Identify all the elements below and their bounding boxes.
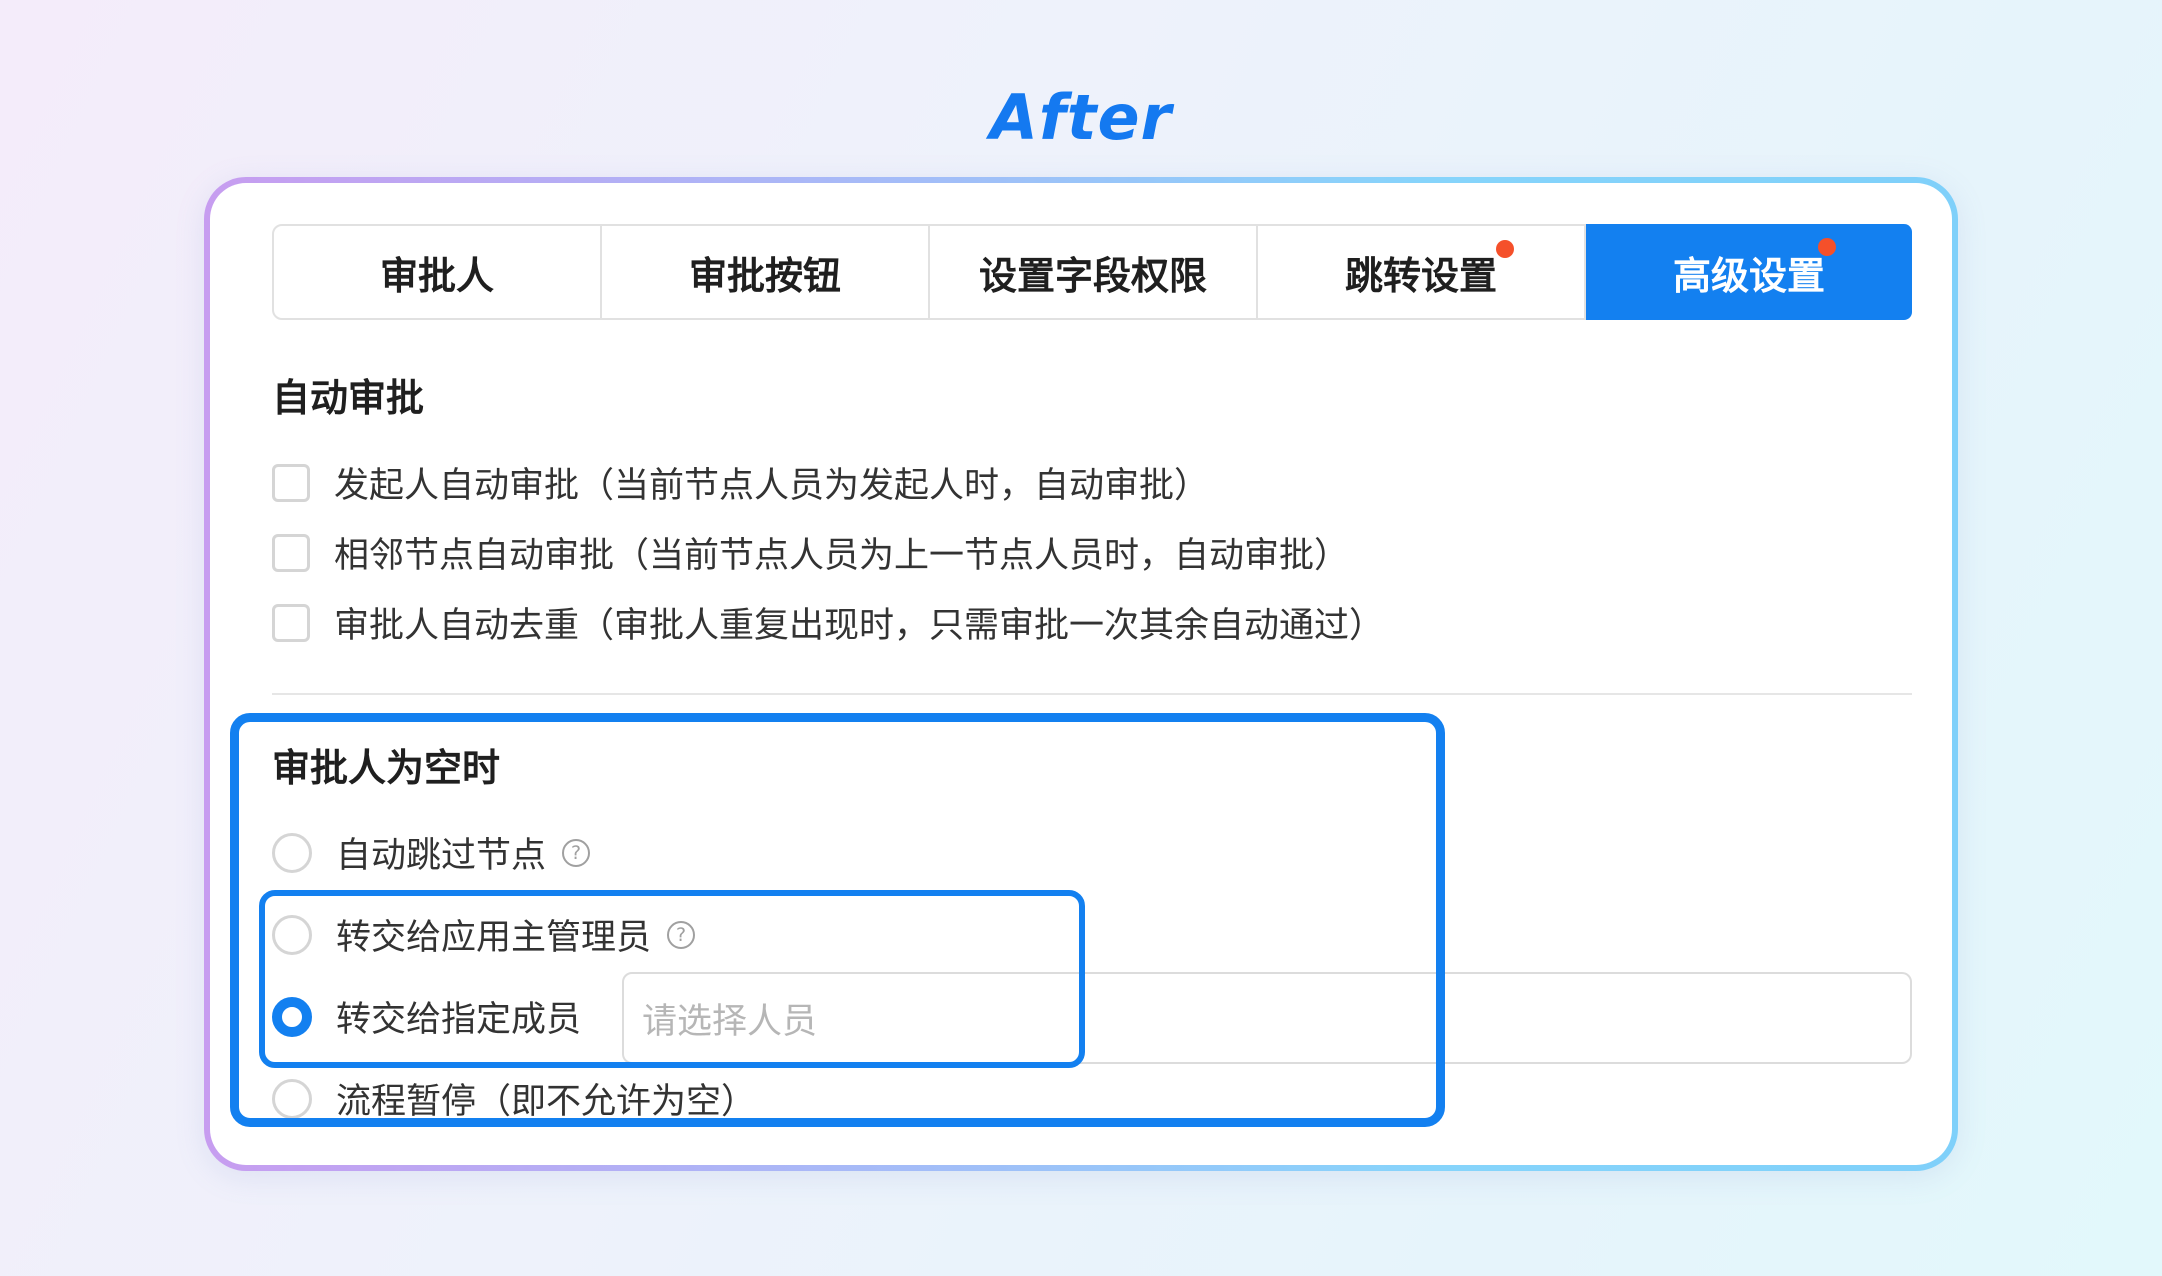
checkbox-box[interactable] [272,603,310,642]
tab-advanced-settings[interactable]: 高级设置 [1586,224,1912,320]
tab-bar: 审批人 审批按钮 设置字段权限 跳转设置 高级设置 [272,224,1912,320]
headline: After [989,81,1173,154]
section-divider [272,693,1912,695]
radio-transfer-app-admin[interactable]: 转交给应用主管理员 ? [272,909,696,960]
checkbox-label: 相邻节点自动审批（当前节点人员为上一节点人员时，自动审批） [334,536,1350,576]
member-select-input[interactable]: 请选择人员 [622,972,1912,1064]
radio-label: 转交给应用主管理员 [336,918,652,958]
tab-jump-settings[interactable]: 跳转设置 [1258,226,1586,318]
help-icon[interactable]: ? [562,838,591,867]
empty-approver-title: 审批人为空时 [272,746,501,790]
radio-pause-flow[interactable]: 流程暂停（即不允许为空） [272,1073,756,1124]
checkbox-adjacent-node-auto-approve[interactable]: 相邻节点自动审批（当前节点人员为上一节点人员时，自动审批） [272,527,1349,578]
notification-dot [1818,238,1836,256]
notification-dot [1496,240,1514,258]
radio-skip-node[interactable]: 自动跳过节点 ? [272,827,591,878]
member-select-placeholder: 请选择人员 [642,1001,818,1042]
tab-label: 审批按钮 [688,253,841,298]
tab-field-permissions[interactable]: 设置字段权限 [930,226,1258,318]
radio-label: 转交给指定成员 [336,1000,582,1040]
tab-label: 高级设置 [1672,253,1825,298]
checkbox-label: 审批人自动去重（审批人重复出现时，只需审批一次其余自动通过） [334,606,1385,646]
checkbox-box[interactable] [272,533,310,572]
settings-card: 审批人 审批按钮 设置字段权限 跳转设置 高级设置 自动审批 发起人自动审批（当… [210,183,1952,1165]
checkbox-label: 发起人自动审批（当前节点人员为发起人时，自动审批） [334,466,1210,506]
radio-button[interactable] [272,832,312,873]
tab-label: 设置字段权限 [978,253,1207,298]
tab-label: 审批人 [379,253,494,298]
tab-approver[interactable]: 审批人 [274,226,602,318]
radio-label: 自动跳过节点 [336,836,547,876]
tab-label: 跳转设置 [1344,253,1497,298]
checkbox-initiator-auto-approve[interactable]: 发起人自动审批（当前节点人员为发起人时，自动审批） [272,457,1209,508]
radio-label: 流程暂停（即不允许为空） [336,1082,757,1122]
radio-button[interactable] [272,914,312,955]
tab-approval-buttons[interactable]: 审批按钮 [602,226,930,318]
radio-button[interactable] [272,1078,312,1119]
radio-transfer-specified-member[interactable]: 转交给指定成员 [272,991,581,1042]
settings-card-frame: 审批人 审批按钮 设置字段权限 跳转设置 高级设置 自动审批 发起人自动审批（当… [204,177,1958,1171]
auto-approve-title: 自动审批 [272,376,425,420]
radio-button-checked[interactable] [272,996,312,1037]
checkbox-approver-dedupe[interactable]: 审批人自动去重（审批人重复出现时，只需审批一次其余自动通过） [272,597,1384,648]
help-icon[interactable]: ? [667,920,696,949]
checkbox-box[interactable] [272,463,310,502]
